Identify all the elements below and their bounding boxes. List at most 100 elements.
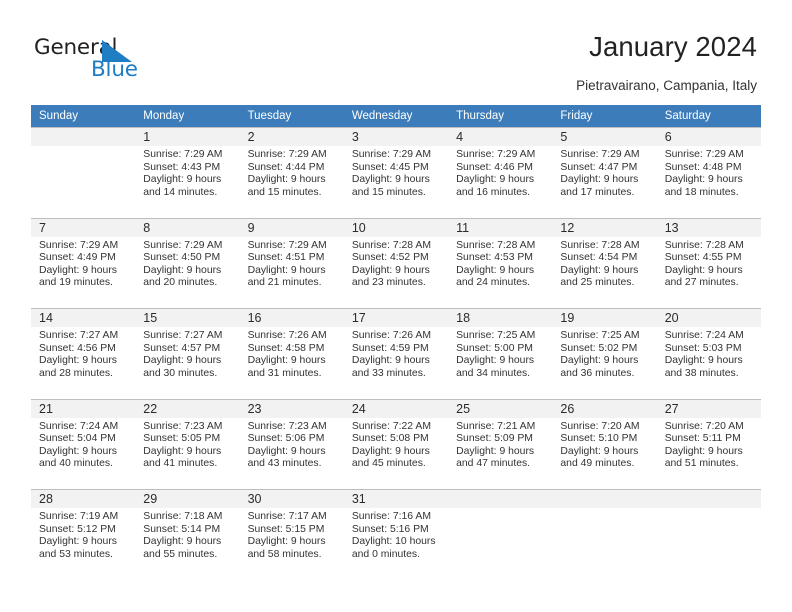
day-cell[interactable]: Sunrise: 7:20 AM Sunset: 5:10 PM Dayligh… <box>552 417 657 490</box>
day-number[interactable]: 20 <box>656 308 761 327</box>
sunset-text: Sunset: 5:08 PM <box>351 433 429 445</box>
day-cell[interactable]: Sunrise: 7:24 AM Sunset: 5:03 PM Dayligh… <box>656 327 761 399</box>
day-number[interactable]: 25 <box>448 398 553 418</box>
day-number[interactable]: 26 <box>552 398 657 418</box>
daylight-text-1: Daylight: 9 hours <box>456 174 535 186</box>
day-number[interactable]: 29 <box>135 489 240 508</box>
day-number[interactable]: 17 <box>343 308 449 327</box>
daylight-text-2: and 53 minutes. <box>39 548 113 560</box>
day-number[interactable]: 13 <box>656 217 761 237</box>
day-cell[interactable]: Sunrise: 7:28 AM Sunset: 4:52 PM Dayligh… <box>343 236 449 309</box>
day-cell[interactable]: Sunrise: 7:24 AM Sunset: 5:04 PM Dayligh… <box>31 417 136 490</box>
daylight-text-2: and 14 minutes. <box>143 186 218 198</box>
day-cell[interactable]: Sunrise: 7:29 AM Sunset: 4:48 PM Dayligh… <box>656 146 761 218</box>
day-cell[interactable]: Sunrise: 7:28 AM Sunset: 4:54 PM Dayligh… <box>552 236 657 309</box>
day-cell[interactable]: Sunrise: 7:29 AM Sunset: 4:47 PM Dayligh… <box>552 146 657 218</box>
day-cell[interactable]: Sunrise: 7:27 AM Sunset: 4:56 PM Dayligh… <box>31 327 136 399</box>
sunset-text: Sunset: 4:47 PM <box>560 161 638 173</box>
day-number[interactable]: 22 <box>135 398 240 418</box>
day-number[interactable]: 28 <box>31 489 136 508</box>
day-cell[interactable]: Sunrise: 7:29 AM Sunset: 4:45 PM Dayligh… <box>343 146 449 218</box>
day-number[interactable]: 18 <box>448 308 553 327</box>
sunset-text: Sunset: 5:15 PM <box>247 523 325 535</box>
day-cell[interactable]: Sunrise: 7:16 AM Sunset: 5:16 PM Dayligh… <box>343 508 449 580</box>
weekday-header-wednesday: Wednesday <box>343 105 449 128</box>
daylight-text-1: Daylight: 9 hours <box>664 355 743 367</box>
day-number[interactable]: 12 <box>552 217 657 237</box>
weekday-header-thursday: Thursday <box>448 105 553 128</box>
sunset-text: Sunset: 4:57 PM <box>143 342 221 354</box>
day-number[interactable]: 4 <box>448 127 553 146</box>
daylight-text-1: Daylight: 9 hours <box>247 445 326 457</box>
day-cell[interactable]: Sunrise: 7:25 AM Sunset: 5:02 PM Dayligh… <box>552 327 657 399</box>
daylight-text-1: Daylight: 9 hours <box>560 445 639 457</box>
day-number[interactable]: 24 <box>343 398 449 418</box>
sunrise-text: Sunrise: 7:27 AM <box>39 330 119 341</box>
day-number[interactable]: 27 <box>656 398 761 418</box>
day-number[interactable]: 31 <box>343 489 449 508</box>
day-cell[interactable]: Sunrise: 7:29 AM Sunset: 4:50 PM Dayligh… <box>135 236 240 309</box>
day-cell[interactable]: Sunrise: 7:29 AM Sunset: 4:51 PM Dayligh… <box>239 236 344 309</box>
day-cell[interactable]: Sunrise: 7:23 AM Sunset: 5:06 PM Dayligh… <box>239 417 344 490</box>
sunset-text: Sunset: 5:16 PM <box>351 523 429 535</box>
daylight-text-2: and 55 minutes. <box>143 548 218 560</box>
page-title: January 2024 <box>589 31 757 62</box>
day-number[interactable]: 30 <box>239 489 344 508</box>
day-number[interactable]: 1 <box>135 127 240 146</box>
day-number[interactable]: 7 <box>31 217 136 237</box>
logo-text-blue: Blue <box>91 57 138 82</box>
sunrise-text: Sunrise: 7:29 AM <box>247 149 327 160</box>
generalblue-logo[interactable]: General Blue <box>34 36 164 86</box>
day-number[interactable]: 15 <box>135 308 240 327</box>
day-number[interactable]: 10 <box>343 217 449 237</box>
sunrise-text: Sunrise: 7:26 AM <box>247 330 327 341</box>
daylight-text-2: and 43 minutes. <box>247 458 322 470</box>
daylight-text-2: and 27 minutes. <box>664 277 739 289</box>
day-cell-empty <box>552 508 657 580</box>
day-cell[interactable]: Sunrise: 7:26 AM Sunset: 4:58 PM Dayligh… <box>239 327 344 399</box>
week-details: Sunrise: 7:19 AM Sunset: 5:12 PM Dayligh… <box>31 508 761 580</box>
day-cell[interactable]: Sunrise: 7:25 AM Sunset: 5:00 PM Dayligh… <box>448 327 553 399</box>
day-cell[interactable]: Sunrise: 7:29 AM Sunset: 4:44 PM Dayligh… <box>239 146 344 218</box>
day-cell[interactable]: Sunrise: 7:29 AM Sunset: 4:49 PM Dayligh… <box>31 236 136 309</box>
day-cell[interactable]: Sunrise: 7:22 AM Sunset: 5:08 PM Dayligh… <box>343 417 449 490</box>
day-cell[interactable]: Sunrise: 7:19 AM Sunset: 5:12 PM Dayligh… <box>31 508 136 580</box>
day-number[interactable]: 5 <box>552 127 657 146</box>
day-cell-empty <box>656 508 761 580</box>
daylight-text-1: Daylight: 9 hours <box>560 264 639 276</box>
day-number[interactable]: 6 <box>656 127 761 146</box>
day-number[interactable]: 3 <box>343 127 449 146</box>
day-cell[interactable]: Sunrise: 7:27 AM Sunset: 4:57 PM Dayligh… <box>135 327 240 399</box>
day-number[interactable]: 21 <box>31 398 136 418</box>
day-number[interactable]: 14 <box>31 308 136 327</box>
day-number[interactable]: 19 <box>552 308 657 327</box>
day-number[interactable]: 8 <box>135 217 240 237</box>
day-cell[interactable]: Sunrise: 7:17 AM Sunset: 5:15 PM Dayligh… <box>239 508 344 580</box>
day-cell[interactable]: Sunrise: 7:26 AM Sunset: 4:59 PM Dayligh… <box>343 327 449 399</box>
daylight-text-1: Daylight: 9 hours <box>351 445 430 457</box>
daylight-text-1: Daylight: 9 hours <box>143 445 222 457</box>
day-number[interactable]: 2 <box>239 127 344 146</box>
daylight-text-1: Daylight: 9 hours <box>456 264 535 276</box>
day-number[interactable]: 23 <box>239 398 344 418</box>
day-cell[interactable]: Sunrise: 7:29 AM Sunset: 4:43 PM Dayligh… <box>135 146 240 218</box>
day-number[interactable]: 11 <box>448 217 553 237</box>
day-number <box>552 489 657 508</box>
daylight-text-2: and 23 minutes. <box>351 277 426 289</box>
day-number <box>448 489 553 508</box>
weekday-header-monday: Monday <box>135 105 240 128</box>
daylight-text-1: Daylight: 9 hours <box>247 355 326 367</box>
day-cell[interactable]: Sunrise: 7:28 AM Sunset: 4:53 PM Dayligh… <box>448 236 553 309</box>
day-cell[interactable]: Sunrise: 7:29 AM Sunset: 4:46 PM Dayligh… <box>448 146 553 218</box>
calendar-body: 1 2 3 4 5 6 Sunrise: 7:29 AM Sunset: 4:4… <box>31 127 761 580</box>
week-daynumbers: 21 22 23 24 25 26 27 <box>31 398 761 418</box>
sunset-text: Sunset: 4:50 PM <box>143 252 221 264</box>
day-number[interactable]: 9 <box>239 217 344 237</box>
sunrise-text: Sunrise: 7:21 AM <box>456 420 536 432</box>
day-number[interactable]: 16 <box>239 308 344 327</box>
day-cell[interactable]: Sunrise: 7:21 AM Sunset: 5:09 PM Dayligh… <box>448 417 553 490</box>
day-cell[interactable]: Sunrise: 7:20 AM Sunset: 5:11 PM Dayligh… <box>656 417 761 490</box>
day-cell[interactable]: Sunrise: 7:28 AM Sunset: 4:55 PM Dayligh… <box>656 236 761 309</box>
day-cell[interactable]: Sunrise: 7:18 AM Sunset: 5:14 PM Dayligh… <box>135 508 240 580</box>
day-cell[interactable]: Sunrise: 7:23 AM Sunset: 5:05 PM Dayligh… <box>135 417 240 490</box>
